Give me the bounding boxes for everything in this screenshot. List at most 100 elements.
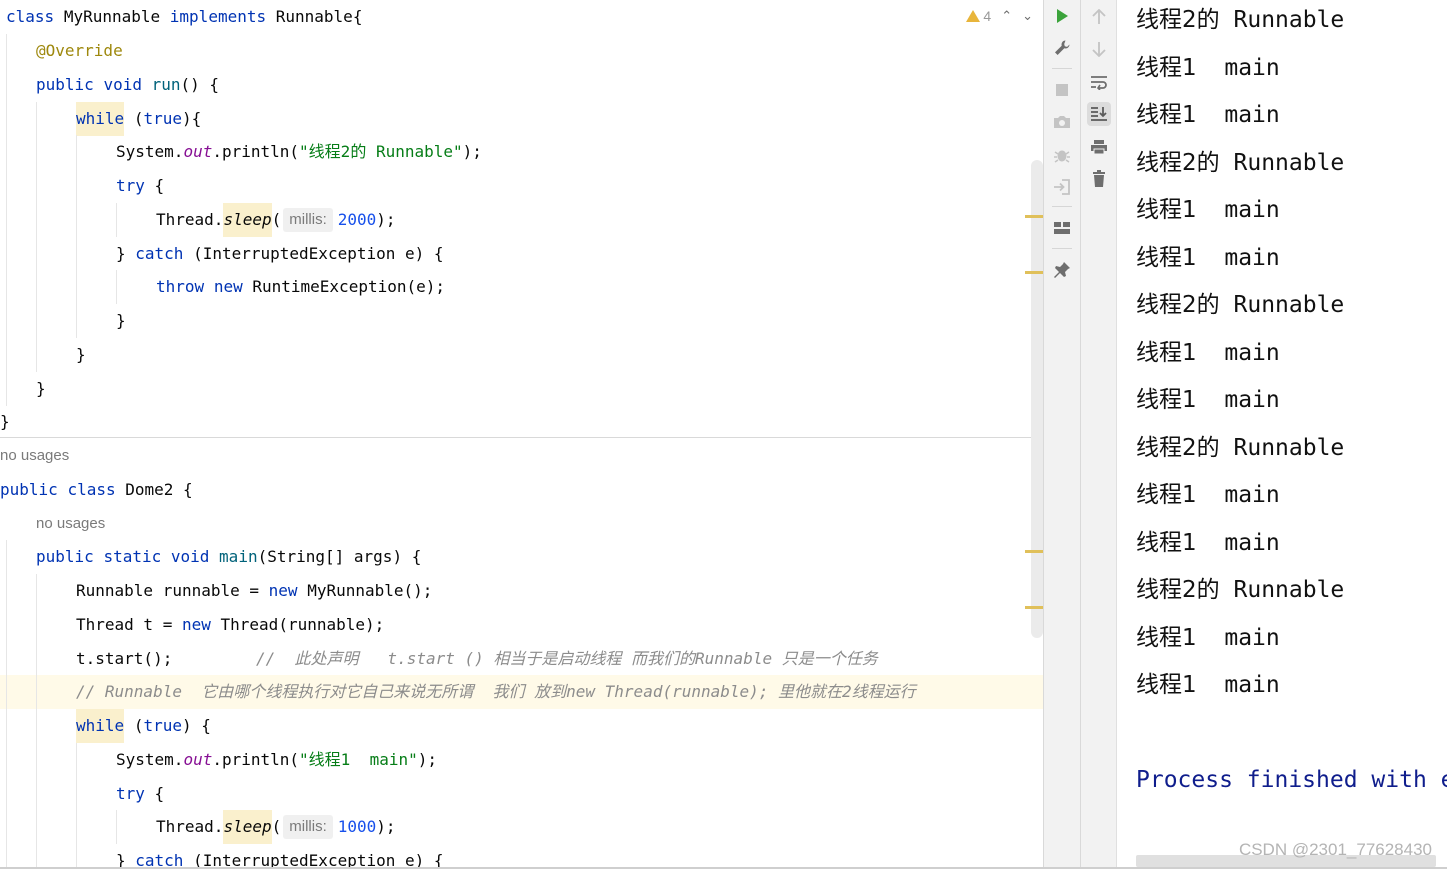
code-text: Thread(runnable); xyxy=(220,615,385,634)
console-line-text: main xyxy=(1210,55,1280,81)
code-keyword: public xyxy=(0,480,58,499)
code-line[interactable]: @Override xyxy=(0,34,1029,68)
warning-stripe-marker[interactable] xyxy=(1025,271,1043,274)
code-line[interactable]: public void run() { xyxy=(0,68,1029,102)
current-line[interactable]: // Runnable 它由哪个线程执行对它自己来说无所谓 我们 放到new T… xyxy=(0,675,1043,709)
console-line-text: Runnable xyxy=(1233,435,1345,461)
console-line-prefix: 线程1 xyxy=(1136,672,1197,698)
code-line[interactable]: class MyRunnable implements Runnable{ xyxy=(0,0,1029,34)
code-text: Thread. xyxy=(156,210,224,229)
code-text: MyRunnable(); xyxy=(307,581,433,600)
code-text: { xyxy=(154,176,165,195)
console-line: 线程1 main xyxy=(1136,98,1280,132)
code-keyword: static xyxy=(103,547,162,566)
code-line[interactable]: System.out.println("线程1 main"); xyxy=(0,743,1029,777)
code-line[interactable]: Thread.sleep(millis: 1000); xyxy=(0,810,1029,844)
usage-hint[interactable]: no usages xyxy=(0,439,69,473)
code-line[interactable]: public static void main(String[] args) { xyxy=(0,540,1029,574)
process-finished-message: Process finished with e xyxy=(1136,767,1447,793)
code-text: System. xyxy=(116,142,184,161)
camera-icon[interactable] xyxy=(1050,110,1074,134)
soft-wrap-icon[interactable] xyxy=(1087,70,1111,94)
debug-icon[interactable] xyxy=(1050,143,1074,167)
console-line-text: main xyxy=(1210,102,1280,128)
code-line[interactable]: Thread.sleep(millis: 2000); xyxy=(0,203,1029,237)
code-string: "线程1 main" xyxy=(299,750,418,769)
code-line[interactable]: Thread t = new Thread(runnable); xyxy=(0,608,1029,642)
stop-icon[interactable] xyxy=(1050,78,1074,102)
run-icon[interactable] xyxy=(1050,4,1074,28)
code-comment: // 此处声明 t.start () 相当于是启动线程 而我们的Runnable… xyxy=(256,649,878,668)
code-text: } xyxy=(116,311,126,330)
console-output[interactable]: 线程2的 Runnable 线程1 main 线程1 main 线程2的 Run… xyxy=(1117,0,1447,869)
usage-hint[interactable]: no usages xyxy=(36,507,105,541)
print-icon[interactable] xyxy=(1087,135,1111,159)
editor-scrollbar[interactable] xyxy=(1031,160,1043,638)
code-line[interactable]: try { xyxy=(0,777,1029,811)
code-line[interactable]: } catch (InterruptedException e) { xyxy=(0,844,1029,869)
console-line: 线程1 main xyxy=(1136,526,1280,560)
login-icon[interactable] xyxy=(1050,175,1074,199)
code-line[interactable]: while (true) { xyxy=(0,709,1029,743)
warning-stripe-marker[interactable] xyxy=(1025,215,1043,218)
console-line-prefix: 线程2的 xyxy=(1136,292,1220,318)
code-editor[interactable]: 4 ⌃ ⌄ class MyRunnable implements Runnab… xyxy=(0,0,1043,869)
code-keyword: new xyxy=(213,277,243,296)
up-arrow-icon[interactable] xyxy=(1087,5,1111,29)
code-line[interactable]: t.start(); // 此处声明 t.start () 相当于是启动线程 而我… xyxy=(0,642,1029,676)
code-line[interactable]: System.out.println("线程2的 Runnable"); xyxy=(0,135,1029,169)
code-text: ( xyxy=(133,716,144,735)
warning-stripe-marker[interactable] xyxy=(1025,606,1043,609)
run-toolbar xyxy=(1043,0,1081,869)
code-comment: // Runnable 它由哪个线程执行对它自己来说无所谓 我们 放到new T… xyxy=(76,682,916,701)
code-text: t.start(); xyxy=(76,649,173,668)
code-keyword: class xyxy=(67,480,116,499)
console-line-text: main xyxy=(1210,482,1280,508)
console-line: 线程2的 Runnable xyxy=(1136,288,1344,322)
layout-icon[interactable] xyxy=(1050,216,1074,240)
code-line[interactable]: } xyxy=(0,338,1029,372)
code-text: () { xyxy=(180,75,220,94)
code-keyword: void xyxy=(103,75,142,94)
code-annotation: @Override xyxy=(36,41,123,60)
code-text: (String[] args) { xyxy=(257,547,422,566)
code-line[interactable]: } catch (InterruptedException e) { xyxy=(0,237,1029,271)
console-line-prefix: 线程1 xyxy=(1136,102,1197,128)
console-line-text: main xyxy=(1210,672,1280,698)
console-line-prefix: 线程2的 xyxy=(1136,150,1220,176)
scroll-to-end-icon[interactable] xyxy=(1086,102,1111,126)
code-line[interactable]: } xyxy=(0,405,1029,439)
console-line: 线程1 main xyxy=(1136,193,1280,227)
code-line[interactable]: throw new RuntimeException(e); xyxy=(0,270,1029,304)
code-line[interactable]: while (true){ xyxy=(0,102,1029,136)
code-field: out xyxy=(183,142,213,161)
code-line[interactable]: public class Dome2 { xyxy=(0,473,1029,507)
warning-stripe-marker[interactable] xyxy=(1025,550,1043,553)
code-keyword: public xyxy=(36,547,94,566)
code-keyword: class xyxy=(6,7,55,26)
code-number: 1000 xyxy=(337,817,377,836)
console-line-text: Runnable xyxy=(1233,577,1345,603)
console-line: 线程1 main xyxy=(1136,668,1280,702)
code-method: sleep xyxy=(223,810,272,844)
code-number: 2000 xyxy=(337,210,377,229)
console-line-text: Runnable xyxy=(1233,7,1345,33)
console-line: 线程1 main xyxy=(1136,51,1280,85)
down-arrow-icon[interactable] xyxy=(1087,37,1111,61)
code-line[interactable]: try { xyxy=(0,169,1029,203)
wrench-icon[interactable] xyxy=(1050,36,1074,60)
code-text: .println( xyxy=(212,750,300,769)
code-line[interactable]: } xyxy=(0,304,1029,338)
code-text: ){ xyxy=(181,109,202,128)
code-line[interactable]: Runnable runnable = new MyRunnable(); xyxy=(0,574,1029,608)
trash-icon[interactable] xyxy=(1087,167,1111,191)
code-text: ( xyxy=(133,109,144,128)
code-line[interactable]: } xyxy=(0,372,1029,406)
console-line-prefix: 线程1 xyxy=(1136,530,1197,556)
console-line-text: main xyxy=(1210,197,1280,223)
pin-icon[interactable] xyxy=(1050,258,1074,282)
console-line-prefix: 线程1 xyxy=(1136,55,1197,81)
console-line: 线程1 main xyxy=(1136,336,1280,370)
class-separator xyxy=(0,437,1043,438)
code-text: { xyxy=(154,784,165,803)
